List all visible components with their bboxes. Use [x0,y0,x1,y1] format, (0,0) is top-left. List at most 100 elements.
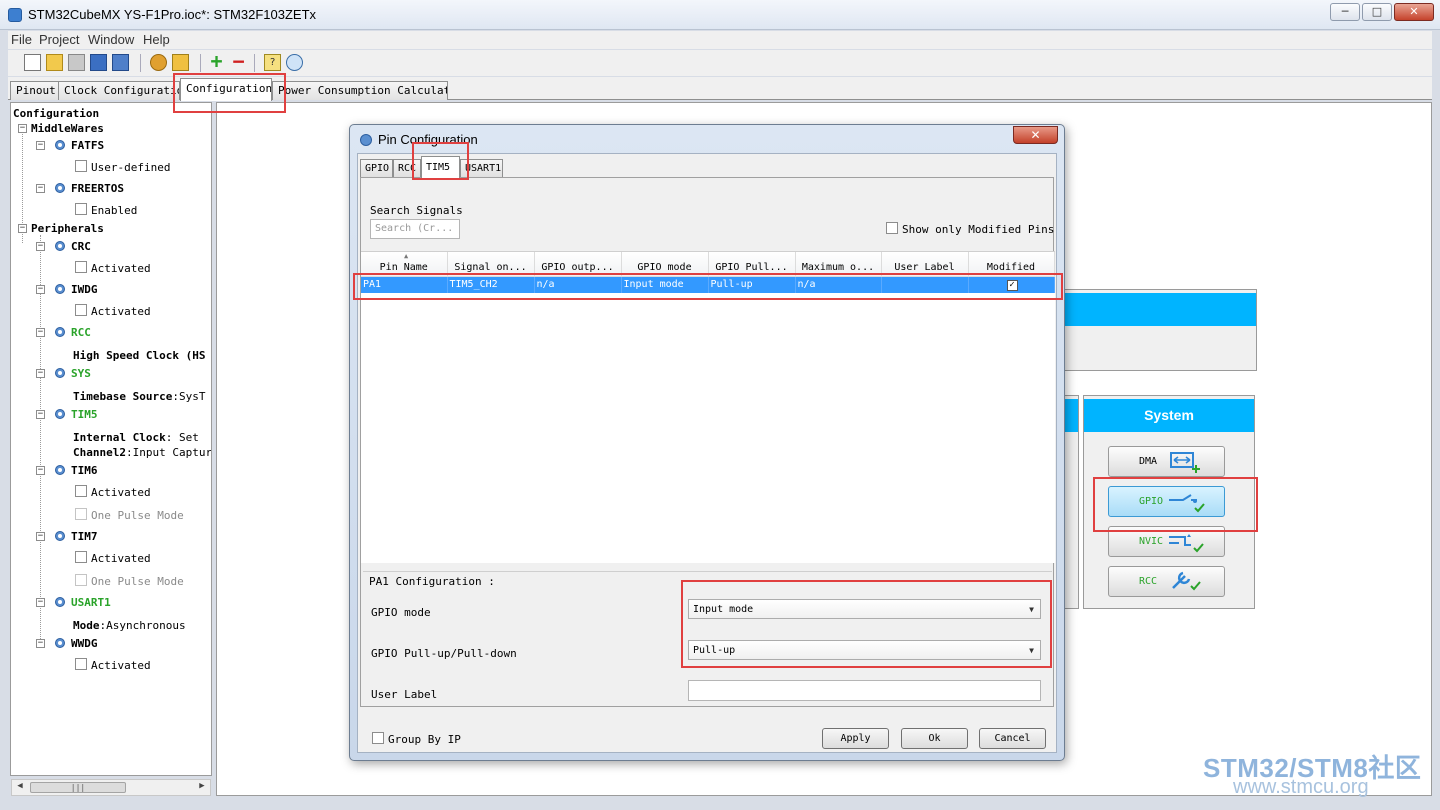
chevron-down-icon: ▼ [1029,605,1034,614]
expander-iwdg[interactable]: − [36,285,45,294]
tree-rcc[interactable]: RCC [71,326,91,339]
user-defined-checkbox[interactable] [75,160,87,172]
pin-config-group: PA1 Configuration : GPIO mode Input mode… [363,571,1052,721]
expander-tim5[interactable]: − [36,410,45,419]
table-cell: TIM5_CH2 [447,276,535,293]
tree-usart1[interactable]: USART1 [71,596,111,609]
rcc-button[interactable]: RCC [1108,566,1225,597]
expander-fatfs[interactable]: − [36,141,45,150]
wwdg-activated-checkbox[interactable] [75,658,87,670]
search-signals-label: Search Signals [370,204,463,217]
tree-crc-option: Activated [91,262,151,275]
search-icon[interactable] [286,54,303,71]
report-icon[interactable] [172,54,189,71]
column-header[interactable]: Modified [968,252,1055,277]
tree-root: Configuration [13,107,100,120]
tree-peripherals[interactable]: Peripherals [31,222,104,235]
enabled-checkbox[interactable] [75,203,87,215]
tree-tim6[interactable]: TIM6 [71,464,98,477]
expander-sys[interactable]: − [36,369,45,378]
tree-crc[interactable]: CRC [71,240,91,253]
expander-rcc[interactable]: − [36,328,45,337]
tab-pinout[interactable]: Pinout [10,81,59,100]
help-icon[interactable]: ? [264,54,281,71]
search-signals-input[interactable]: Search (Cr... [370,219,460,239]
crc-activated-checkbox[interactable] [75,261,87,273]
menu-file[interactable]: File [11,32,32,47]
gear-icon [55,597,65,607]
gpio-mode-select[interactable]: Input mode ▼ [688,599,1041,619]
table-row[interactable]: PA1 TIM5_CH2 n/a Input mode Pull-up n/a … [361,276,1055,293]
expander-wwdg[interactable]: − [36,639,45,648]
dialog-tab-rcc[interactable]: RCC [393,159,421,177]
dialog-tab-usart1[interactable]: USART1 [460,159,503,177]
generate-code-icon[interactable] [150,54,167,71]
table-cell: PA1 [361,276,448,293]
tab-power-consumption[interactable]: Power Consumption Calculator [272,81,448,100]
tree-wwdg[interactable]: WWDG [71,637,98,650]
open-folder-icon[interactable] [46,54,63,71]
tree-iwdg[interactable]: IWDG [71,283,98,296]
tree-sys[interactable]: SYS [71,367,91,380]
tree-fatfs[interactable]: FATFS [71,139,104,152]
expander-crc[interactable]: − [36,242,45,251]
menu-help[interactable]: Help [143,32,170,47]
tab-configuration[interactable]: Configuration [180,78,272,101]
gpio-pull-select[interactable]: Pull-up ▼ [688,640,1041,660]
column-header[interactable]: GPIO outp... [534,252,622,277]
user-label-input[interactable] [688,680,1041,701]
minimize-button[interactable]: ─ [1330,3,1360,21]
modified-checkbox[interactable]: ✓ [1006,279,1018,291]
scroll-thumb[interactable]: ||| [30,782,126,793]
add-icon[interactable]: + [208,51,225,71]
remove-icon[interactable]: − [230,51,247,71]
menu-project[interactable]: Project [39,32,79,47]
expander-tim6[interactable]: − [36,466,45,475]
sort-ascending-icon: ▲ [404,252,409,260]
expander-middlewares[interactable]: − [18,124,27,133]
dma-button[interactable]: DMA [1108,446,1225,477]
tree-freertos-option: Enabled [91,204,138,217]
copy-icon[interactable] [68,54,85,71]
dialog-tab-tim5[interactable]: TIM5 [421,156,460,178]
nvic-button[interactable]: NVIC [1108,526,1225,557]
tree-freertos[interactable]: FREERTOS [71,182,124,195]
save-as-icon[interactable] [112,54,129,71]
ok-button[interactable]: Ok [901,728,968,749]
column-header[interactable]: Maximum o... [795,252,882,277]
maximize-button[interactable]: □ [1362,3,1392,21]
expander-usart1[interactable]: − [36,598,45,607]
column-header[interactable]: GPIO Pull... [708,252,796,277]
tree-tim5[interactable]: TIM5 [71,408,98,421]
table-cell: Pull-up [708,276,796,293]
scroll-left-icon[interactable]: ◀ [13,781,27,794]
tree-middlewares[interactable]: MiddleWares [31,122,104,135]
show-only-modified-checkbox[interactable] [886,222,898,234]
gpio-label: GPIO [1139,496,1164,507]
save-icon[interactable] [90,54,107,71]
dialog-close-button[interactable]: ✕ [1013,126,1058,144]
apply-button[interactable]: Apply [822,728,889,749]
cancel-button[interactable]: Cancel [979,728,1046,749]
column-header[interactable]: User Label [881,252,969,277]
expander-freertos[interactable]: − [36,184,45,193]
tim6-activated-checkbox[interactable] [75,485,87,497]
scroll-right-icon[interactable]: ▶ [195,781,209,794]
close-window-button[interactable]: ✕ [1394,3,1434,21]
expander-peripherals[interactable]: − [18,224,27,233]
iwdg-activated-checkbox[interactable] [75,304,87,316]
new-file-icon[interactable] [24,54,41,71]
tab-clock-configuration[interactable]: Clock Configuration [58,81,180,100]
tree-horizontal-scrollbar[interactable]: ◀ ||| ▶ [11,779,211,796]
menu-window[interactable]: Window [88,32,134,47]
column-header[interactable]: GPIO mode [621,252,709,277]
group-by-ip-checkbox[interactable] [372,732,384,744]
tree-sys-detail: Timebase Source:SysT [73,390,206,403]
tree-tim7[interactable]: TIM7 [71,530,98,543]
column-header[interactable]: Signal on... [447,252,535,277]
tim7-activated-checkbox[interactable] [75,551,87,563]
expander-tim7[interactable]: − [36,532,45,541]
tree-tim6-opt1: Activated [91,486,151,499]
gpio-button[interactable]: GPIO [1108,486,1225,517]
dialog-tab-gpio[interactable]: GPIO [360,159,393,177]
